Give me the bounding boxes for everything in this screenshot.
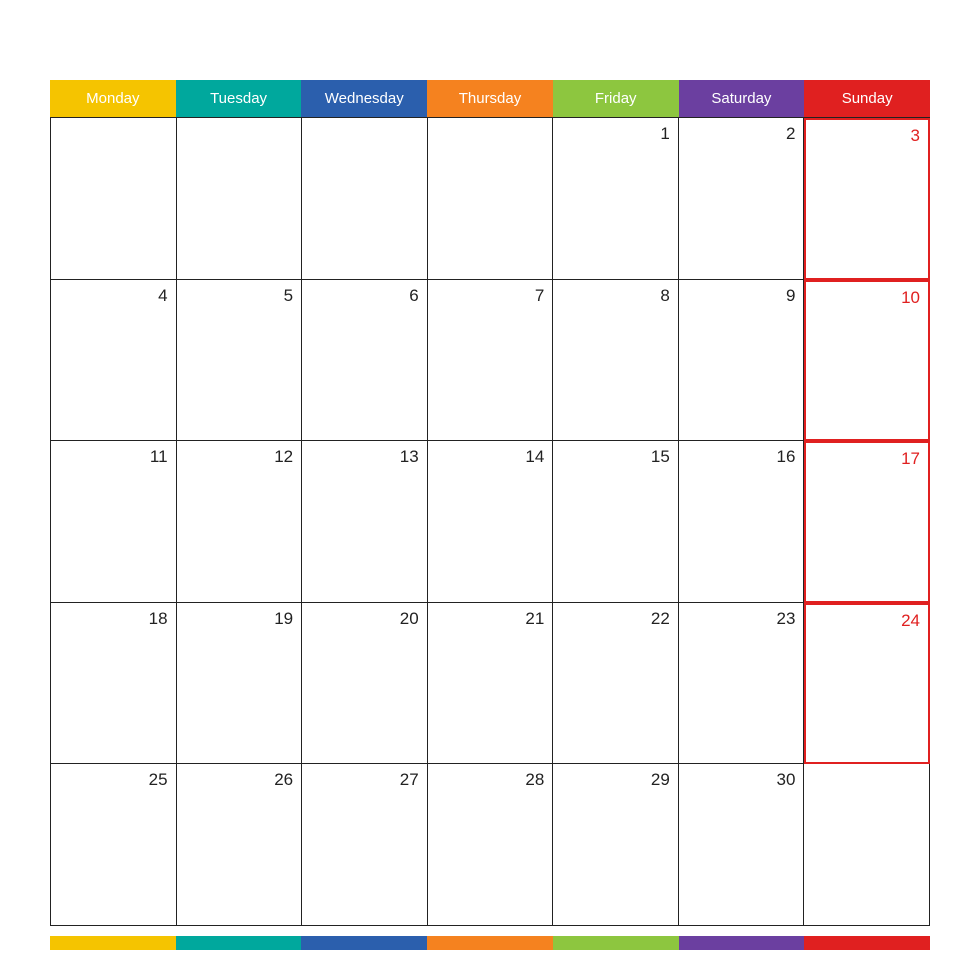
cell-day-number: 22 xyxy=(651,609,670,629)
day-header-saturday: Saturday xyxy=(679,80,805,117)
cell-day-number: 16 xyxy=(777,447,796,467)
cell-day-number: 3 xyxy=(911,126,920,146)
calendar-cell: 29 xyxy=(553,764,679,926)
cell-day-number: 12 xyxy=(274,447,293,467)
calendar-cell: 21 xyxy=(428,603,554,765)
calendar-cell: 26 xyxy=(177,764,303,926)
bar-thursday xyxy=(427,936,553,950)
calendar-cell: 2 xyxy=(679,118,805,280)
bar-sunday xyxy=(804,936,930,950)
calendar-cell: 16 xyxy=(679,441,805,603)
cell-day-number: 2 xyxy=(786,124,795,144)
calendar-cell: 25 xyxy=(51,764,177,926)
calendar-cell: 9 xyxy=(679,280,805,442)
cell-day-number: 18 xyxy=(149,609,168,629)
bar-tuesday xyxy=(176,936,302,950)
cell-day-number: 5 xyxy=(284,286,293,306)
day-header-tuesday: Tuesday xyxy=(176,80,302,117)
cell-day-number: 6 xyxy=(409,286,418,306)
calendar-cell: 13 xyxy=(302,441,428,603)
cell-day-number: 24 xyxy=(901,611,920,631)
calendar-cell: 15 xyxy=(553,441,679,603)
calendar-cell: 24 xyxy=(804,603,930,765)
calendar-cell: 8 xyxy=(553,280,679,442)
cell-day-number: 15 xyxy=(651,447,670,467)
calendar-cell xyxy=(177,118,303,280)
calendar-cell: 22 xyxy=(553,603,679,765)
cell-day-number: 14 xyxy=(525,447,544,467)
cell-day-number: 19 xyxy=(274,609,293,629)
bottom-color-bar xyxy=(50,936,930,950)
cell-day-number: 21 xyxy=(525,609,544,629)
calendar-cell xyxy=(51,118,177,280)
day-headers-row: MondayTuesdayWednesdayThursdayFridaySatu… xyxy=(50,80,930,117)
calendar-cell: 28 xyxy=(428,764,554,926)
cell-day-number: 1 xyxy=(660,124,669,144)
calendar-cell: 7 xyxy=(428,280,554,442)
bar-monday xyxy=(50,936,176,950)
calendar-cell xyxy=(804,764,930,926)
calendar-cell xyxy=(302,118,428,280)
cell-day-number: 4 xyxy=(158,286,167,306)
calendar-cell: 3 xyxy=(804,118,930,280)
day-header-monday: Monday xyxy=(50,80,176,117)
cell-day-number: 10 xyxy=(901,288,920,308)
calendar-cell: 18 xyxy=(51,603,177,765)
cell-day-number: 26 xyxy=(274,770,293,790)
bar-wednesday xyxy=(301,936,427,950)
cell-day-number: 25 xyxy=(149,770,168,790)
calendar-cell: 20 xyxy=(302,603,428,765)
bar-saturday xyxy=(679,936,805,950)
cell-day-number: 13 xyxy=(400,447,419,467)
calendar-cell: 11 xyxy=(51,441,177,603)
cell-day-number: 11 xyxy=(150,447,168,467)
day-header-thursday: Thursday xyxy=(427,80,553,117)
cell-day-number: 23 xyxy=(777,609,796,629)
calendar-cell: 17 xyxy=(804,441,930,603)
day-header-friday: Friday xyxy=(553,80,679,117)
calendar-cell: 10 xyxy=(804,280,930,442)
calendar-cell: 30 xyxy=(679,764,805,926)
cell-day-number: 7 xyxy=(535,286,544,306)
bar-friday xyxy=(553,936,679,950)
calendar-cell: 5 xyxy=(177,280,303,442)
calendar-cell: 4 xyxy=(51,280,177,442)
day-header-sunday: Sunday xyxy=(804,80,930,117)
calendar-cell: 19 xyxy=(177,603,303,765)
calendar-cell xyxy=(428,118,554,280)
calendar-cell: 1 xyxy=(553,118,679,280)
day-header-wednesday: Wednesday xyxy=(301,80,427,117)
calendar-cell: 14 xyxy=(428,441,554,603)
cell-day-number: 8 xyxy=(660,286,669,306)
calendar-cell: 12 xyxy=(177,441,303,603)
cell-day-number: 27 xyxy=(400,770,419,790)
cell-day-number: 20 xyxy=(400,609,419,629)
cell-day-number: 17 xyxy=(901,449,920,469)
calendar-page: MondayTuesdayWednesdayThursdayFridaySatu… xyxy=(20,20,960,960)
cell-day-number: 29 xyxy=(651,770,670,790)
calendar-grid: 1234567891011121314151617181920212223242… xyxy=(50,117,930,926)
cell-day-number: 28 xyxy=(525,770,544,790)
calendar-cell: 6 xyxy=(302,280,428,442)
calendar-cell: 27 xyxy=(302,764,428,926)
calendar-cell: 23 xyxy=(679,603,805,765)
cell-day-number: 9 xyxy=(786,286,795,306)
cell-day-number: 30 xyxy=(777,770,796,790)
